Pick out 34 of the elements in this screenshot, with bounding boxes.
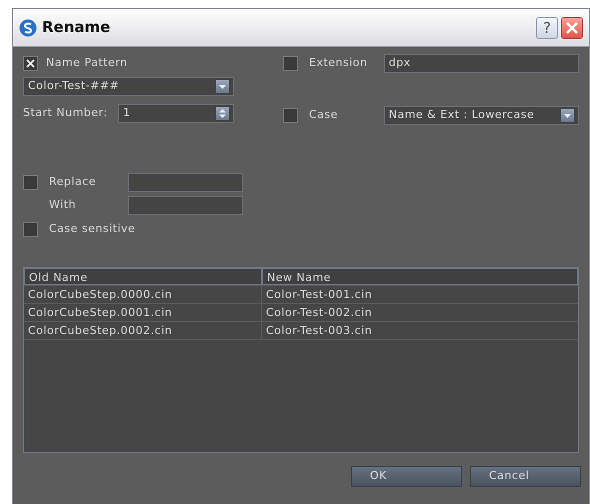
ok-button[interactable]: OK [351,466,462,487]
name-pattern-checkbox[interactable] [23,56,38,70]
column-header[interactable]: Old Name [24,268,262,285]
extension-field[interactable]: dpx [384,54,579,72]
table-cell: ColorCubeStep.0002.cin [24,322,262,339]
table-cell-text: Color-Test-002.cin [265,305,374,321]
case-label: Case [309,106,339,123]
close-button[interactable] [561,16,583,38]
pattern-dropdown[interactable]: Color-Test-### [23,77,234,96]
replace-field[interactable] [128,172,243,192]
table-cell: ColorCubeStep.0000.cin [24,286,262,303]
start-number-spinner[interactable]: 1 [118,104,234,123]
with-field[interactable] [128,196,243,214]
extension-checkbox[interactable] [283,56,298,70]
column-header[interactable]: New Name [262,268,578,285]
extension-label: Extension [309,54,369,71]
spinner-arrows-icon [216,107,229,120]
window-title: Rename [42,17,110,38]
help-button[interactable]: ? [536,16,558,38]
with-label: With [49,196,77,213]
name-pattern-label: Name Pattern [46,54,128,71]
app-logo-icon [19,18,37,36]
case-sensitive-label: Case sensitive [49,220,136,237]
replace-checkbox[interactable] [23,174,38,190]
close-icon [565,20,579,34]
start-number-label: Start Number: [23,105,109,122]
case-checkbox[interactable] [283,108,298,122]
replace-label: Replace [49,174,98,190]
case-dropdown[interactable]: Name & Ext : Lowercase [384,106,579,124]
cancel-button[interactable]: Cancel [470,466,581,487]
table-cell-text: Color-Test-003.cin [265,323,374,339]
table-cell: ColorCubeStep.0001.cin [24,304,262,321]
case-sensitive-checkbox[interactable] [23,222,38,236]
table-cell-text: Color-Test-001.cin [265,287,374,303]
